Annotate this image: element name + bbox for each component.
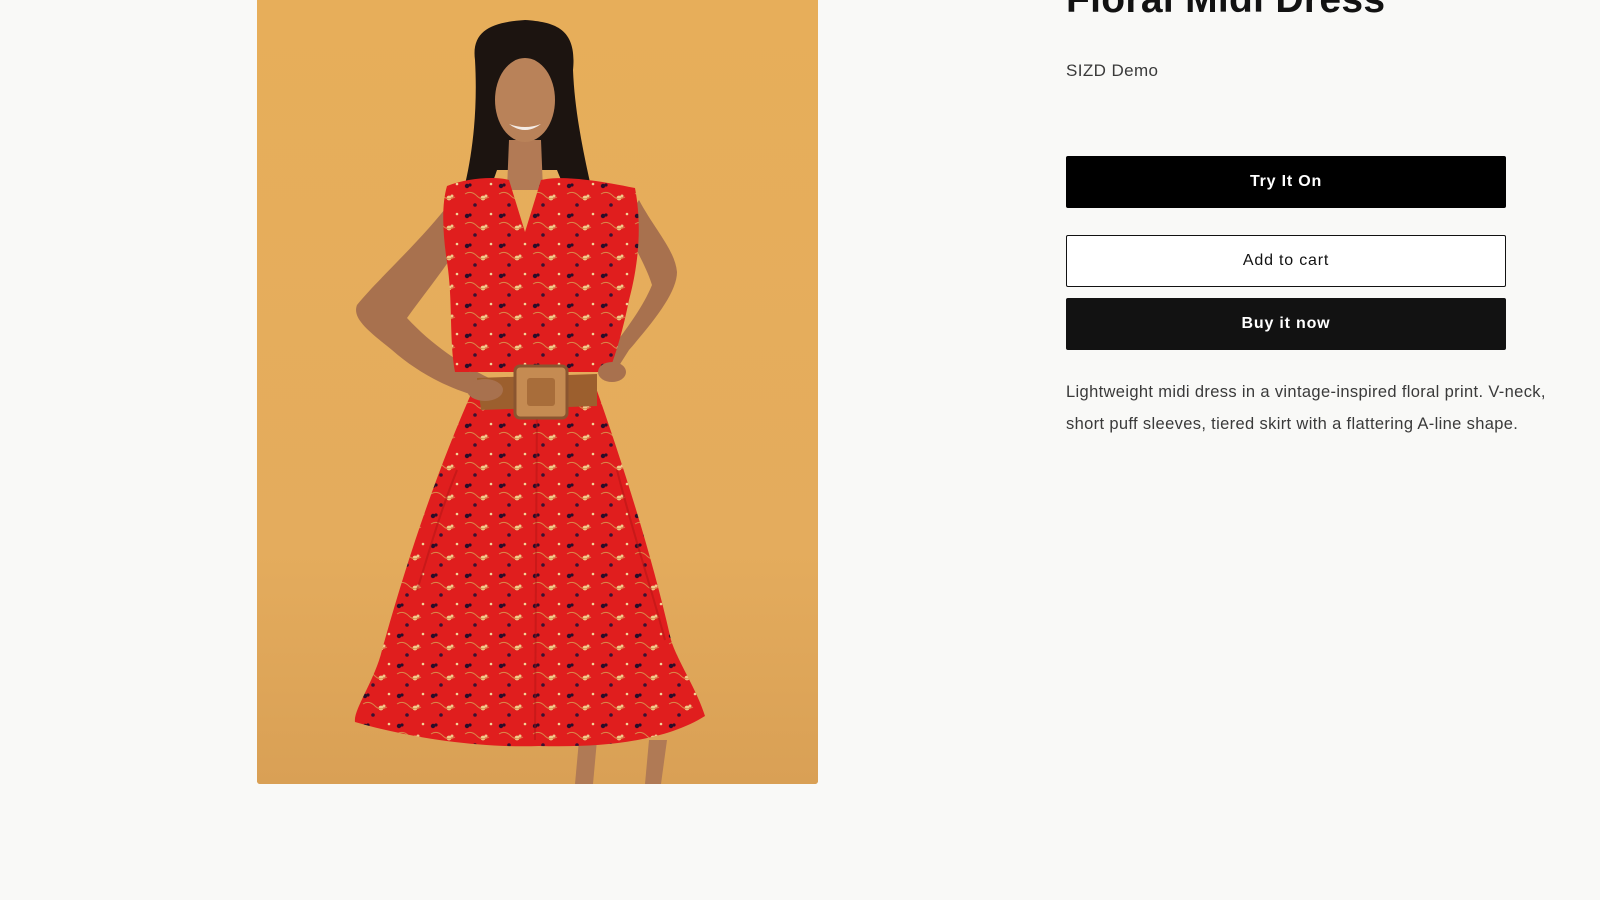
product-page: Floral Midi Dress SIZD Demo Try It On Ad…: [0, 0, 1600, 900]
product-image[interactable]: [257, 0, 818, 784]
product-vendor: SIZD Demo: [1066, 61, 1159, 80]
buy-it-now-button[interactable]: Buy it now: [1066, 298, 1506, 350]
add-to-cart-button[interactable]: Add to cart: [1066, 235, 1506, 287]
model-photo: [257, 0, 818, 784]
product-description: Lightweight midi dress in a vintage-insp…: [1066, 383, 1546, 433]
product-title: Floral Midi Dress: [1066, 0, 1385, 22]
try-it-on-button[interactable]: Try It On: [1066, 156, 1506, 208]
